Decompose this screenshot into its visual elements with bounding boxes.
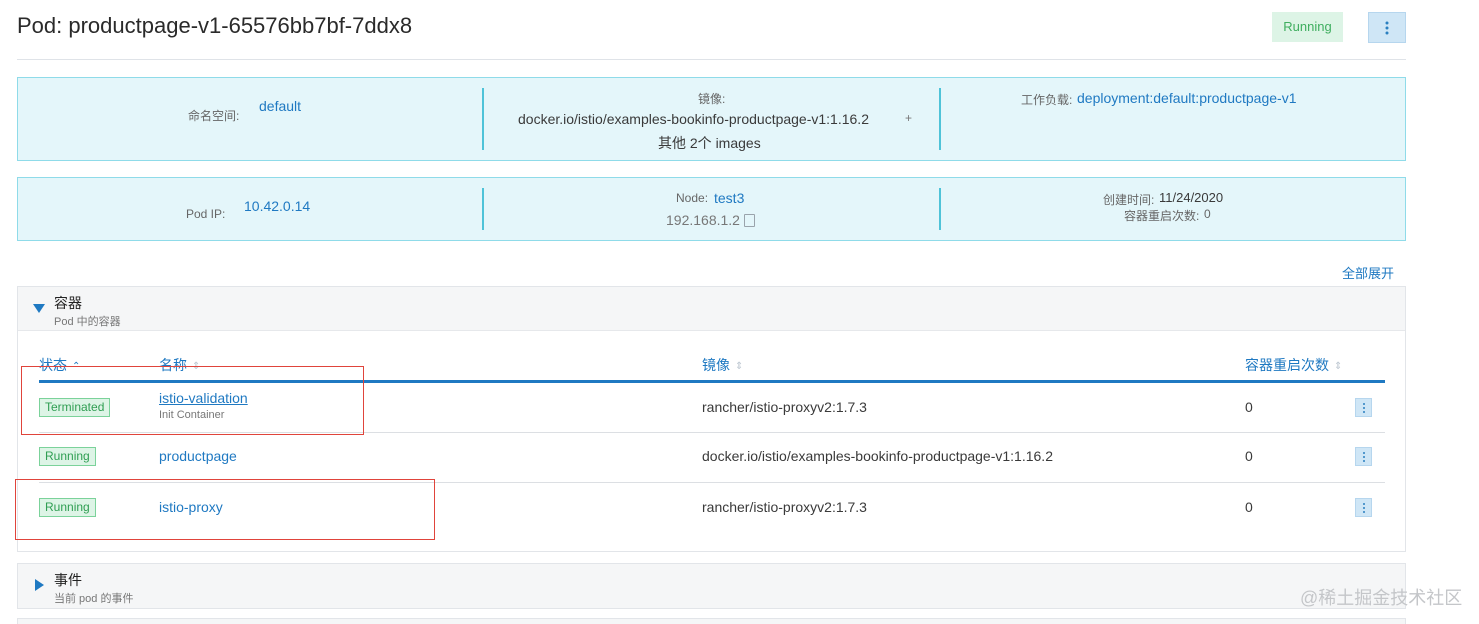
header-underline	[39, 380, 1385, 383]
workload-label: 工作负载:	[1021, 93, 1073, 107]
workload-link[interactable]: deployment:default:productpage-v1	[1077, 90, 1296, 106]
kebab-icon	[1362, 402, 1365, 413]
column-header-image[interactable]: 镜像 ⇕	[702, 355, 743, 375]
page-title: Pod: productpage-v1-65576bb7bf-7ddx8	[17, 13, 413, 38]
containers-panel: 容器 Pod 中的容器 状态 ⌃ 名称 ⇕ 镜像 ⇕ 容器重启次数 ⇕ Terminat…	[17, 286, 1406, 552]
column-header-restarts[interactable]: 容器重启次数 ⇕	[1245, 355, 1342, 375]
status-badge: Running	[39, 447, 96, 466]
podip-label: Pod IP:	[186, 207, 226, 221]
created-label: 创建时间:	[1103, 193, 1155, 207]
restarts-value: 0	[1204, 207, 1211, 221]
divider	[482, 188, 484, 230]
restarts-label: 容器重启次数:	[1124, 209, 1200, 223]
namespace-link[interactable]: default	[259, 98, 301, 114]
container-name-link[interactable]: istio-validation	[159, 390, 248, 406]
divider	[482, 88, 484, 150]
image-more[interactable]: 其他 2个 images	[658, 133, 761, 153]
row-actions-button[interactable]	[1355, 398, 1372, 417]
image-value: docker.io/istio/examples-bookinfo-produc…	[518, 111, 869, 127]
sort-icon: ⇕	[1334, 360, 1343, 372]
container-type: Init Container	[159, 409, 225, 421]
sort-asc-icon: ⌃	[72, 360, 81, 372]
copy-icon[interactable]	[744, 214, 755, 227]
sort-icon: ⇕	[735, 360, 744, 372]
node-ip: 192.168.1.2	[666, 212, 740, 228]
collapse-triangle-icon	[33, 304, 45, 313]
container-name-link[interactable]: productpage	[159, 448, 237, 464]
expand-triangle-icon	[35, 579, 44, 591]
created-value: 11/24/2020	[1159, 190, 1224, 205]
container-restarts: 0	[1245, 399, 1253, 415]
container-restarts: 0	[1245, 499, 1253, 515]
page-header: Pod: productpage-v1-65576bb7bf-7ddx8 Run…	[17, 0, 1406, 60]
container-image: rancher/istio-proxyv2:1.7.3	[702, 399, 867, 415]
status-badge: Running	[39, 498, 96, 517]
expand-all-link[interactable]: 全部展开	[1342, 263, 1394, 282]
kebab-icon	[1362, 451, 1365, 462]
column-header-state[interactable]: 状态 ⌃	[39, 355, 80, 375]
node-label: Node:	[676, 191, 709, 205]
container-image: rancher/istio-proxyv2:1.7.3	[702, 499, 867, 515]
pod-state-badge: Running	[1272, 12, 1343, 42]
watermark: @稀土掘金技术社区	[1300, 588, 1463, 608]
section-subtitle: 当前 pod 的事件	[54, 593, 134, 605]
pod-info-box-general: 命名空间: default 镜像: docker.io/istio/exampl…	[17, 77, 1406, 161]
row-actions-button[interactable]	[1355, 498, 1372, 517]
pod-actions-button[interactable]	[1368, 12, 1406, 43]
kebab-icon	[1385, 21, 1389, 34]
events-panel-header[interactable]: 事件 当前 pod 的事件	[17, 563, 1406, 609]
namespace-label: 命名空间:	[188, 109, 240, 123]
column-header-name[interactable]: 名称 ⇕	[159, 355, 200, 375]
podip-value: 10.42.0.14	[244, 198, 311, 214]
next-panel-header[interactable]	[17, 618, 1406, 624]
divider	[939, 188, 941, 230]
containers-panel-header[interactable]: 容器 Pod 中的容器	[18, 287, 1405, 331]
container-restarts: 0	[1245, 448, 1253, 464]
section-title: 容器	[54, 295, 82, 311]
row-divider	[39, 432, 1385, 433]
container-name-link[interactable]: istio-proxy	[159, 499, 223, 515]
container-image: docker.io/istio/examples-bookinfo-produc…	[702, 448, 1053, 464]
image-label: 镜像:	[698, 92, 726, 106]
section-title: 事件	[54, 572, 82, 588]
plus-icon: +	[905, 111, 913, 125]
row-divider	[39, 482, 1385, 483]
row-actions-button[interactable]	[1355, 447, 1372, 466]
node-link[interactable]: test3	[714, 190, 744, 206]
kebab-icon	[1362, 502, 1365, 513]
sort-icon: ⇕	[192, 360, 201, 372]
pod-info-box-network: Pod IP: 10.42.0.14 Node: test3 192.168.1…	[17, 177, 1406, 241]
status-badge: Terminated	[39, 398, 111, 417]
section-subtitle: Pod 中的容器	[54, 316, 121, 328]
divider	[939, 88, 941, 150]
